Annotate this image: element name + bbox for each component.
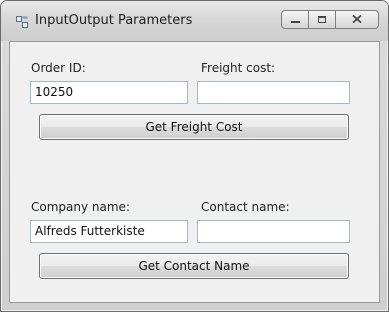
close-icon [352,14,362,24]
close-button[interactable] [336,10,379,29]
contact-name-field[interactable] [197,220,350,243]
company-name-label: Company name: [31,200,130,214]
freight-cost-field[interactable] [197,81,350,104]
window-title: InputOutput Parameters [35,13,193,28]
app-window: InputOutput Parameters Order ID: Freight… [0,0,389,312]
get-contact-name-button[interactable]: Get Contact Name [39,253,349,279]
caption-buttons [281,10,379,30]
order-id-label: Order ID: [31,61,86,75]
order-id-field[interactable]: 10250 [30,81,188,104]
form-client-area: Order ID: Freight cost: 10250 Get Freigh… [9,41,380,303]
minimize-button[interactable] [281,10,309,29]
contact-name-label: Contact name: [201,200,290,214]
company-name-field[interactable]: Alfreds Futterkiste [30,220,188,243]
freight-cost-label: Freight cost: [201,61,276,75]
minimize-icon [291,21,300,23]
form-window-icon [16,16,28,28]
maximize-icon [318,16,326,23]
title-bar[interactable]: InputOutput Parameters [1,1,388,41]
maximize-button[interactable] [309,10,336,29]
get-freight-cost-button[interactable]: Get Freight Cost [39,114,349,140]
